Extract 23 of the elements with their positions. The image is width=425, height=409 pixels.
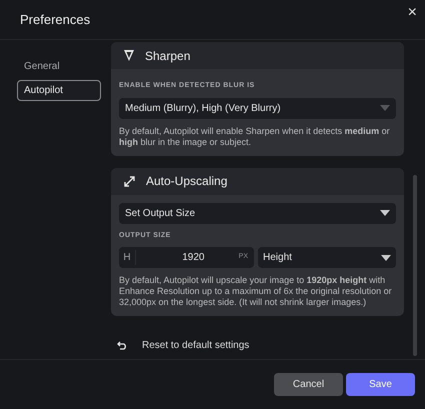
triangle-icon [123,49,135,62]
dimension-dropdown[interactable]: Height [258,247,396,268]
caret-icon [381,254,391,260]
expand-arrows-icon [123,174,136,188]
reset-button[interactable]: Reset to default settings [117,338,404,353]
cancel-button[interactable]: Cancel [274,373,343,396]
sidebar-item[interactable]: Autopilot [17,80,101,101]
sidebar-item[interactable]: General [17,56,101,77]
save-button[interactable]: Save [346,373,415,396]
section-title: Auto-Upscaling [146,173,228,190]
size-value: 1920 [181,251,206,265]
prefix-label: H [119,250,136,265]
description-text: By default, Autopilot will enable Sharpen when it detects medium or high blur in the image or subject. [119,126,391,148]
section-title: Sharpen [145,48,190,64]
caret-icon [380,210,390,216]
description-text: By default, Autopilot will upscale your image to 1920px height with Enhance Resolution up to a maximum of 6x the original resolution or 32,000px on the longest side. (It will not shrink larger images.) [119,275,393,308]
blur-dropdown[interactable]: Medium (Blurry), High (Very Blurry) [119,98,396,118]
undo-icon [117,341,128,350]
dialog-title: Preferences [20,10,90,29]
close-button[interactable]: × [408,4,417,20]
mode-dropdown[interactable]: Set Output Size [119,202,396,224]
scrollbar[interactable] [412,175,416,356]
caret-icon [380,105,390,111]
